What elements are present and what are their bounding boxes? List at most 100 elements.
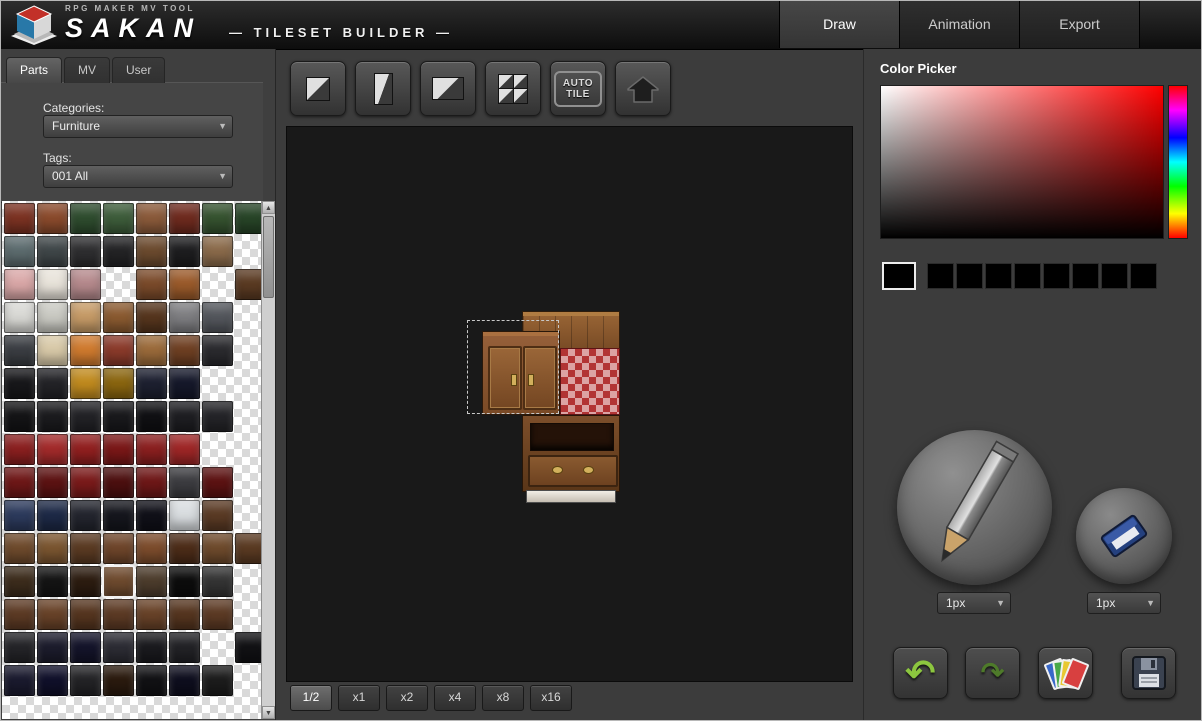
tile-thumb[interactable] xyxy=(202,236,233,267)
tile-thumb[interactable] xyxy=(202,302,233,333)
tile-thumb[interactable] xyxy=(169,566,200,597)
tile-thumb[interactable] xyxy=(103,302,134,333)
save-button[interactable] xyxy=(1121,647,1176,699)
tile-thumb[interactable] xyxy=(103,401,134,432)
canvas-sprite-base[interactable] xyxy=(526,490,616,503)
tile-thumb[interactable] xyxy=(202,533,233,564)
tile-thumb[interactable] xyxy=(103,500,134,531)
tile-thumb[interactable] xyxy=(169,368,200,399)
tile-thumb[interactable] xyxy=(136,632,167,663)
zoom-button-x16[interactable]: x16 xyxy=(530,685,572,711)
tile-thumb[interactable] xyxy=(103,467,134,498)
tab-draw[interactable]: Draw xyxy=(779,1,899,48)
tab-export[interactable]: Export xyxy=(1019,1,1140,48)
tile-thumb[interactable] xyxy=(136,302,167,333)
drawing-canvas[interactable] xyxy=(286,126,853,682)
tile-thumb[interactable] xyxy=(235,203,263,234)
tile-thumb[interactable] xyxy=(169,632,200,663)
tile-thumb[interactable] xyxy=(202,665,233,696)
tile-thumb[interactable] xyxy=(4,533,35,564)
tile-thumb[interactable] xyxy=(202,566,233,597)
tile-thumb[interactable] xyxy=(70,467,101,498)
palette-scrollbar[interactable]: ▲ ▼ xyxy=(261,201,275,719)
tile-thumb[interactable] xyxy=(136,566,167,597)
tile-thumb[interactable] xyxy=(4,599,35,630)
tile-thumb[interactable] xyxy=(202,203,233,234)
tile-thumb[interactable] xyxy=(103,236,134,267)
tile-thumb[interactable] xyxy=(4,566,35,597)
tile-thumb[interactable] xyxy=(4,467,35,498)
tile-thumb[interactable] xyxy=(70,203,101,234)
zoom-button-x4[interactable]: x4 xyxy=(434,685,476,711)
color-swatch[interactable] xyxy=(1101,263,1128,289)
tile-thumb[interactable] xyxy=(70,368,101,399)
eraser-size-dropdown[interactable]: 1px ▼ xyxy=(1087,592,1161,614)
tile-thumb[interactable] xyxy=(202,401,233,432)
tile-thumb[interactable] xyxy=(103,632,134,663)
tile-thumb[interactable] xyxy=(70,566,101,597)
autotile-tool-button[interactable]: AUTO TILE xyxy=(550,61,606,116)
tab-parts[interactable]: Parts xyxy=(6,57,62,83)
tile-thumb[interactable] xyxy=(4,434,35,465)
tile-thumb[interactable] xyxy=(103,203,134,234)
tile-thumb[interactable] xyxy=(169,434,200,465)
canvas-sprite-dresser[interactable] xyxy=(522,415,620,492)
tile-thumb[interactable] xyxy=(235,632,263,663)
tile-thumb[interactable] xyxy=(4,269,35,300)
tile-thumb[interactable] xyxy=(136,401,167,432)
tile-thumb[interactable] xyxy=(37,401,68,432)
tile-thumb[interactable] xyxy=(103,335,134,366)
tile-thumb[interactable] xyxy=(4,302,35,333)
tile-thumb[interactable] xyxy=(37,269,68,300)
tile-thumb[interactable] xyxy=(235,533,263,564)
tile-thumb[interactable] xyxy=(136,599,167,630)
tile-thumb[interactable] xyxy=(4,632,35,663)
tile-thumb[interactable] xyxy=(169,533,200,564)
selected-color-swatch[interactable] xyxy=(882,262,916,290)
tile-thumb[interactable] xyxy=(169,302,200,333)
eraser-tool-button[interactable] xyxy=(1076,488,1172,584)
tile-thumb[interactable] xyxy=(4,236,35,267)
tile-thumb[interactable] xyxy=(70,665,101,696)
tile-thumb[interactable] xyxy=(169,500,200,531)
horizontal-tile-tool-button[interactable] xyxy=(420,61,476,116)
tile-thumb[interactable] xyxy=(169,269,200,300)
tile-thumb[interactable] xyxy=(4,203,35,234)
tile-thumb[interactable] xyxy=(37,434,68,465)
color-swatch[interactable] xyxy=(985,263,1012,289)
tile-thumb[interactable] xyxy=(37,467,68,498)
tile-thumb[interactable] xyxy=(136,434,167,465)
vertical-tile-tool-button[interactable] xyxy=(355,61,411,116)
color-swatch[interactable] xyxy=(1130,263,1157,289)
color-swatch[interactable] xyxy=(1014,263,1041,289)
tile-thumb[interactable] xyxy=(70,335,101,366)
scroll-down-icon[interactable]: ▼ xyxy=(262,706,275,719)
tile-thumb[interactable] xyxy=(37,203,68,234)
zoom-button-x1[interactable]: x1 xyxy=(338,685,380,711)
tile-thumb[interactable] xyxy=(169,236,200,267)
tile-thumb[interactable] xyxy=(37,566,68,597)
quad-tile-tool-button[interactable] xyxy=(485,61,541,116)
tile-thumb[interactable] xyxy=(70,434,101,465)
tile-thumb[interactable] xyxy=(103,566,134,597)
tile-thumb[interactable] xyxy=(4,335,35,366)
tile-thumb[interactable] xyxy=(103,665,134,696)
scroll-up-icon[interactable]: ▲ xyxy=(262,201,275,214)
hue-slider[interactable] xyxy=(1168,85,1188,239)
tile-thumb[interactable] xyxy=(37,632,68,663)
tab-animation[interactable]: Animation xyxy=(899,1,1019,48)
color-swatch[interactable] xyxy=(956,263,983,289)
scrollbar-thumb[interactable] xyxy=(263,216,274,298)
tile-thumb[interactable] xyxy=(169,203,200,234)
tile-thumb[interactable] xyxy=(37,335,68,366)
tile-thumb[interactable] xyxy=(37,665,68,696)
tile-thumb[interactable] xyxy=(70,236,101,267)
palette-button[interactable] xyxy=(1038,647,1093,699)
categories-dropdown[interactable]: Furniture ▼ xyxy=(43,115,233,138)
tile-thumb[interactable] xyxy=(235,269,263,300)
pencil-size-dropdown[interactable]: 1px ▼ xyxy=(937,592,1011,614)
undo-button[interactable]: ↶ xyxy=(893,647,948,699)
roof-tool-button[interactable] xyxy=(615,61,671,116)
tile-thumb[interactable] xyxy=(202,500,233,531)
tile-thumb[interactable] xyxy=(70,401,101,432)
